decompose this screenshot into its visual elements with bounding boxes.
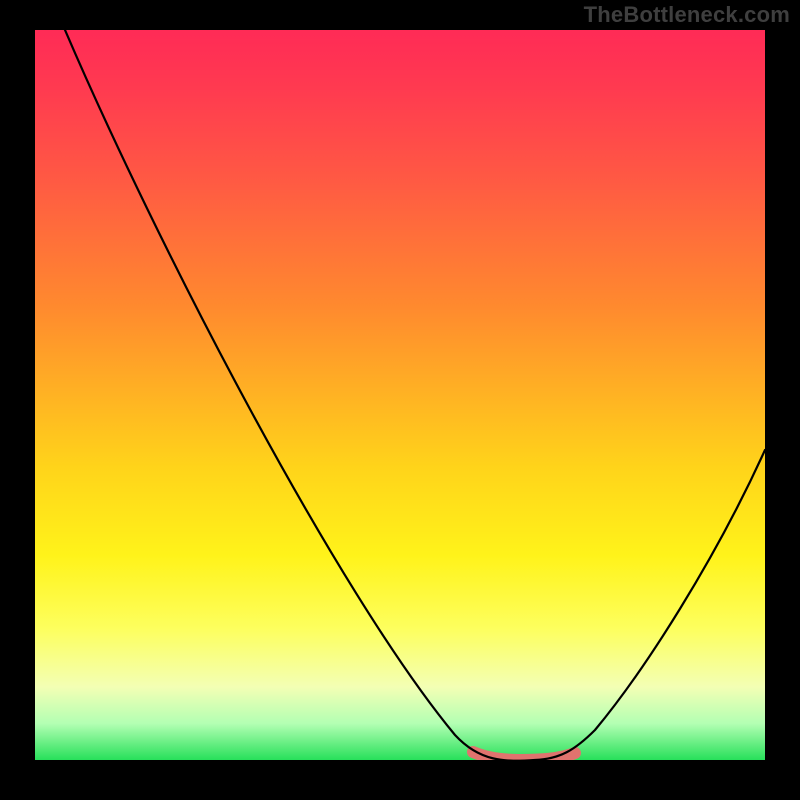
plot-area bbox=[35, 30, 765, 760]
watermark-text: TheBottleneck.com bbox=[584, 2, 790, 28]
chart-frame: TheBottleneck.com bbox=[0, 0, 800, 800]
bottleneck-curve bbox=[35, 30, 765, 760]
curve-line bbox=[65, 30, 765, 760]
